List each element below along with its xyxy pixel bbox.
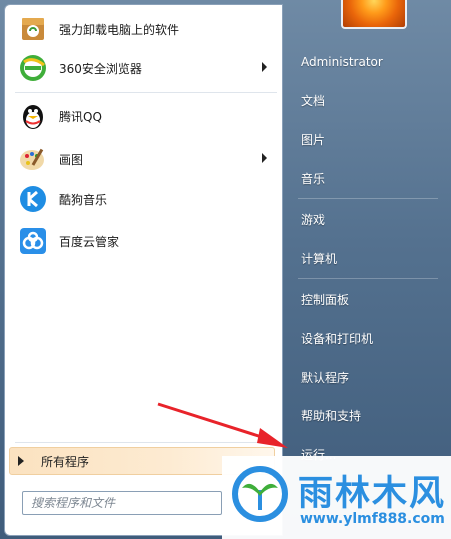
watermark-title: 雨林木风 (298, 474, 447, 514)
watermark: 雨林木风 www.ylmf888.com (222, 456, 451, 539)
submenu-arrow-icon[interactable] (262, 153, 267, 163)
program-item-360-browser[interactable]: 360安全浏览器 (11, 49, 277, 87)
program-item-qq[interactable]: 腾讯QQ (11, 97, 277, 135)
menu-item-documents[interactable]: 文档 (290, 85, 440, 115)
menu-item-devices-printers[interactable]: 设备和打印机 (290, 323, 440, 353)
all-programs-label: 所有程序 (41, 454, 90, 469)
start-menu: 强力卸载电脑上的软件 360安全浏览器 腾讯QQ 画图 酷狗音乐 百度云管家 所… (0, 0, 451, 539)
program-label: 画图 (59, 152, 84, 167)
program-item-baidu-cloud[interactable]: 百度云管家 (11, 222, 277, 260)
menu-item-help-support[interactable]: 帮助和支持 (290, 400, 440, 430)
rainforest-logo-icon (232, 466, 288, 522)
paint-palette-icon (17, 143, 49, 175)
program-item-kugou[interactable]: 酷狗音乐 (11, 180, 277, 218)
watermark-url: www.ylmf888.com (300, 511, 445, 527)
uninstall-icon (17, 13, 49, 45)
program-label: 腾讯QQ (59, 109, 102, 124)
divider (298, 198, 438, 199)
expand-triangle-icon (18, 456, 24, 466)
kugou-icon (17, 183, 49, 215)
program-label: 酷狗音乐 (59, 192, 108, 207)
program-label: 360安全浏览器 (59, 61, 142, 76)
submenu-arrow-icon[interactable] (262, 62, 267, 72)
menu-item-pictures[interactable]: 图片 (290, 124, 440, 154)
menu-item-games[interactable]: 游戏 (290, 204, 440, 234)
qq-penguin-icon (17, 100, 49, 132)
baidu-cloud-icon (17, 225, 49, 257)
360-browser-icon (17, 52, 49, 84)
user-picture[interactable] (341, 0, 407, 29)
program-label: 百度云管家 (59, 234, 120, 249)
program-label: 强力卸载电脑上的软件 (59, 22, 180, 37)
search-input[interactable] (22, 491, 222, 515)
program-item-uninstaller[interactable]: 强力卸载电脑上的软件 (11, 10, 277, 48)
program-item-paint[interactable]: 画图 (11, 140, 277, 178)
divider (15, 92, 277, 93)
annotation-arrow-icon (157, 402, 288, 448)
menu-item-music[interactable]: 音乐 (290, 163, 440, 193)
menu-item-default-programs[interactable]: 默认程序 (290, 362, 440, 392)
menu-item-control-panel[interactable]: 控制面板 (290, 284, 440, 314)
menu-item-computer[interactable]: 计算机 (290, 243, 440, 273)
divider (298, 278, 438, 279)
menu-item-user[interactable]: Administrator (290, 47, 440, 77)
